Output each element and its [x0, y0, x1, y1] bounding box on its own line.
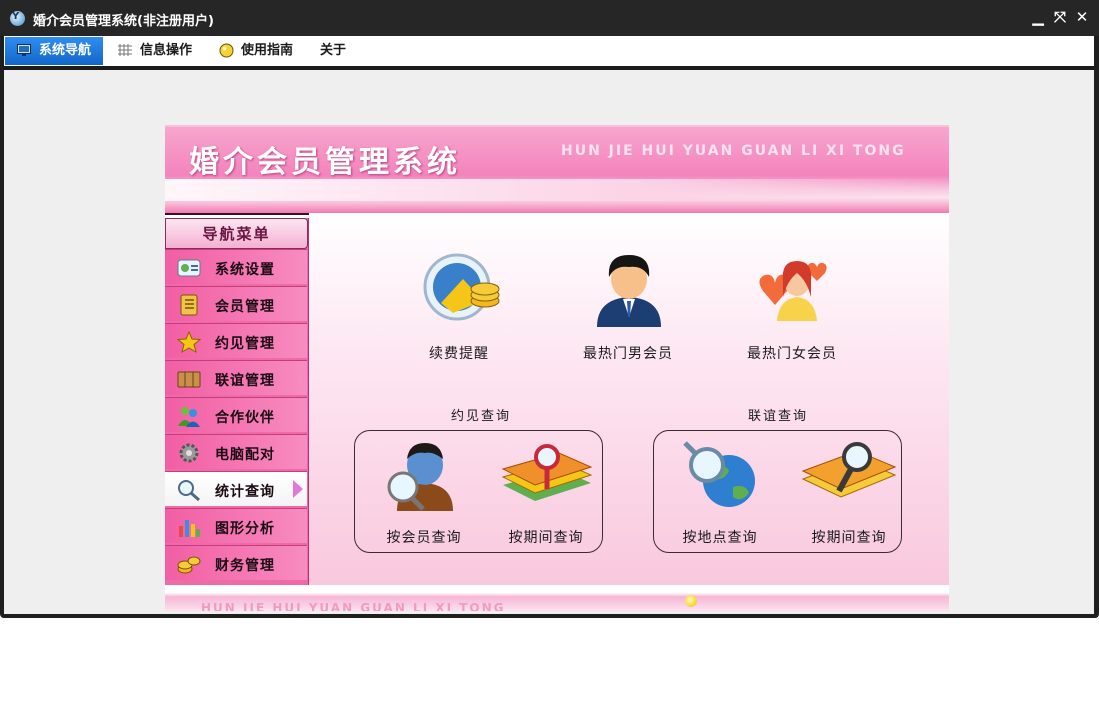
banner-pinyin: HUN JIE HUI YUAN GUAN LI XI TONG [561, 143, 906, 159]
id-card-icon [177, 259, 201, 277]
restore-button[interactable]: ⤧ [1052, 9, 1068, 25]
magnifier-icon [178, 480, 200, 501]
gear-icon [179, 443, 199, 463]
man-avatar-icon [597, 255, 661, 327]
tab-system-nav[interactable]: 系统导航 [5, 37, 103, 65]
menu-item-label: 会员管理 [215, 299, 275, 315]
party-query-caption: 联谊查询 [748, 409, 809, 424]
menu-item-chart-analysis[interactable]: 图形分析 [165, 508, 307, 543]
grid-icon [118, 44, 132, 56]
tile-meeting-by-period[interactable]: 按期间查询 [491, 441, 601, 546]
tile-label: 按会员查询 [386, 530, 462, 546]
panel-footer: HUN JIE HUI YUAN GUAN LI XI TONG [165, 585, 949, 611]
menu-header: 导航菜单 [165, 218, 308, 249]
footer-pinyin: HUN JIE HUI YUAN GUAN LI XI TONG [201, 601, 506, 611]
bulb-icon [219, 43, 234, 58]
tab-label: 关于 [320, 43, 347, 58]
globe-search-icon [683, 441, 755, 507]
menu-item-system-settings[interactable]: 系统设置 [165, 249, 307, 284]
folder-search-icon [801, 442, 897, 498]
nav-menu: 导航菜单 系统设置 会员管理 约见管理 联谊管理 合作伙伴 电脑配对 统计查询 … [165, 218, 309, 585]
menu-item-label: 图形分析 [215, 521, 275, 537]
tab-user-guide[interactable]: 使用指南 [207, 37, 305, 65]
people-icon [178, 407, 200, 427]
tile-label: 按期间查询 [811, 530, 887, 546]
clock-coins-icon [423, 253, 500, 321]
menu-item-label: 联谊管理 [215, 373, 275, 389]
person-search-icon [387, 443, 453, 511]
menu-item-label: 约见管理 [215, 336, 275, 352]
tab-label: 系统导航 [39, 43, 92, 58]
menu-item-label: 电脑配对 [215, 447, 275, 463]
banner-title: 婚介会员管理系统 [189, 145, 461, 180]
star-icon [177, 331, 201, 353]
minimize-button[interactable]: ▁ [1030, 9, 1046, 25]
tile-label: 最热门男会员 [583, 346, 673, 362]
tile-renewal-reminder[interactable]: 续费提醒 [409, 251, 509, 362]
menu-item-party-mgmt[interactable]: 联谊管理 [165, 360, 307, 395]
close-button[interactable]: ✕ [1074, 9, 1090, 25]
selected-arrow-icon [293, 480, 303, 498]
tab-about[interactable]: 关于 [308, 37, 360, 65]
app-window: Y 婚介会员管理系统(非注册用户) ▁ ⤧ ✕ 系统导航 信息操作 使用指南 关… [0, 0, 1099, 618]
banner: 婚介会员管理系统 HUN JIE HUI YUAN GUAN LI XI TON… [165, 125, 949, 215]
app-logo-icon: Y [10, 11, 25, 26]
meeting-query-caption: 约见查询 [451, 409, 512, 424]
menu-item-meeting-mgmt[interactable]: 约见管理 [165, 323, 307, 358]
menu-item-label: 财务管理 [215, 558, 275, 574]
menu-item-member-mgmt[interactable]: 会员管理 [165, 286, 307, 321]
tile-label: 最热门女会员 [747, 346, 837, 362]
menu-item-label: 统计查询 [215, 484, 275, 500]
tab-info-ops[interactable]: 信息操作 [106, 37, 204, 65]
box-icon [177, 371, 201, 388]
menu-item-finance[interactable]: 财务管理 [165, 545, 307, 580]
menu-item-label: 系统设置 [215, 262, 275, 278]
tab-bar: 系统导航 信息操作 使用指南 关于 [4, 36, 1094, 66]
window-title: 婚介会员管理系统(非注册用户) [33, 14, 214, 29]
coins-icon [177, 556, 201, 574]
woman-hearts-icon [759, 261, 827, 321]
bar-chart-icon [179, 520, 200, 537]
tab-label: 信息操作 [140, 43, 193, 58]
menu-item-statistics[interactable]: 统计查询 [165, 471, 307, 506]
tile-party-by-period[interactable]: 按期间查询 [799, 441, 899, 546]
tile-party-by-location[interactable]: 按地点查询 [665, 441, 775, 546]
menu-item-label: 合作伙伴 [215, 410, 275, 426]
menu-item-matching[interactable]: 电脑配对 [165, 434, 307, 469]
tab-label: 使用指南 [241, 43, 294, 58]
monitor-icon [17, 44, 31, 56]
banner-swoosh [165, 179, 949, 201]
menu-item-partners[interactable]: 合作伙伴 [165, 397, 307, 432]
tile-meeting-by-member[interactable]: 按会员查询 [369, 441, 479, 546]
nav-panel: 婚介会员管理系统 HUN JIE HUI YUAN GUAN LI XI TON… [165, 125, 949, 611]
tile-label: 续费提醒 [429, 346, 489, 362]
tile-label: 按期间查询 [508, 530, 584, 546]
tile-hot-male[interactable]: 最热门男会员 [563, 251, 693, 362]
tile-hot-female[interactable]: 最热门女会员 [727, 251, 857, 362]
books-search-icon [501, 444, 593, 501]
nav-content: 续费提醒 最热门男会员 最热门女会员 约见查询 按会员查询 按期间查询 联谊查询… [309, 213, 949, 585]
client-area: 系统导航 信息操作 使用指南 关于 婚介会员管理系统 HUN JIE HUI Y… [4, 36, 1094, 614]
title-bar[interactable]: Y 婚介会员管理系统(非注册用户) ▁ ⤧ ✕ [0, 0, 1099, 36]
bulb-icon [685, 595, 697, 607]
tab-divider [4, 66, 1094, 70]
tile-label: 按地点查询 [682, 530, 758, 546]
ledger-icon [180, 294, 198, 316]
